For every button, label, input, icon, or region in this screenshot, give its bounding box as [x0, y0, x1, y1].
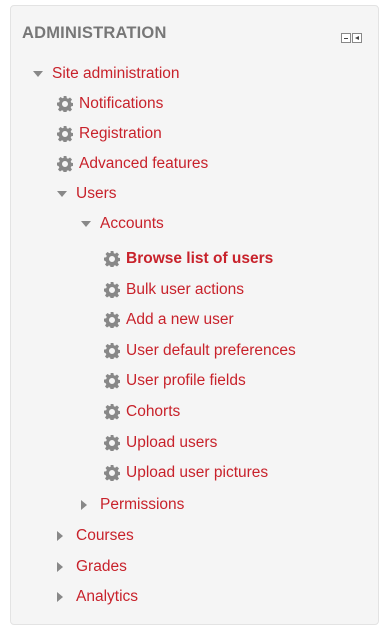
tree-item-label: Analytics: [76, 588, 139, 605]
expanded-arrow-icon: [81, 221, 91, 227]
tree-item-label: Cohorts: [126, 403, 181, 420]
tree-item-browse-list-of-users[interactable]: Browse list of users: [104, 247, 273, 271]
expanded-arrow-icon: [57, 191, 67, 197]
gear-icon: [57, 96, 73, 112]
tree-item-label: Notifications: [79, 95, 164, 112]
tree-item-label: Add a new user: [126, 311, 234, 328]
tree-item-grades[interactable]: Grades: [55, 555, 127, 579]
tree-item-site-administration[interactable]: Site administration: [33, 62, 180, 86]
gear-icon: [104, 251, 120, 267]
gear-icon: [104, 465, 120, 481]
tree-item-label: Permissions: [100, 496, 185, 513]
tree-item-upload-user-pictures[interactable]: Upload user pictures: [104, 461, 268, 485]
tree-item-user-default-preferences[interactable]: User default preferences: [104, 339, 296, 363]
gear-icon: [104, 373, 120, 389]
tree-item-label: Upload users: [126, 434, 218, 451]
collapsed-arrow-icon: [57, 592, 63, 602]
tree-item-registration[interactable]: Registration: [57, 122, 162, 146]
gear-icon: [104, 435, 120, 451]
tree-item-permissions[interactable]: Permissions: [79, 493, 184, 517]
tree-item-label: Courses: [76, 527, 134, 544]
gear-icon: [57, 156, 73, 172]
tree-item-label: User default preferences: [126, 342, 296, 359]
block-title: ADMINISTRATION: [22, 24, 167, 42]
tree-item-label: Registration: [79, 125, 162, 142]
tree-item-label: Bulk user actions: [126, 281, 245, 298]
tree-item-label: User profile fields: [126, 372, 246, 389]
expanded-arrow-icon: [33, 71, 43, 77]
tree-item-label: Upload user pictures: [126, 464, 269, 481]
tree-item-label: Users: [76, 185, 117, 202]
collapsed-arrow-icon: [81, 500, 87, 510]
tree-item-label: Accounts: [100, 215, 164, 232]
gear-icon: [104, 282, 120, 298]
tree-item-label: Site administration: [52, 65, 180, 82]
gear-icon: [104, 404, 120, 420]
tree-item-label: Grades: [76, 558, 127, 575]
tree-item-user-profile-fields[interactable]: User profile fields: [104, 369, 246, 393]
tree-item-add-a-new-user[interactable]: Add a new user: [104, 308, 234, 332]
tree-item-users[interactable]: Users: [57, 182, 116, 206]
minimize-icon[interactable]: [341, 33, 351, 43]
tree-item-bulk-user-actions[interactable]: Bulk user actions: [104, 278, 244, 302]
block-controls: [341, 33, 362, 43]
tree-item-notifications[interactable]: Notifications: [57, 92, 163, 116]
tree-item-label: Browse list of users: [126, 250, 274, 267]
tree-item-courses[interactable]: Courses: [55, 524, 134, 548]
tree-item-analytics[interactable]: Analytics: [55, 585, 138, 609]
tree-item-accounts[interactable]: Accounts: [81, 212, 164, 236]
gear-icon: [57, 126, 73, 142]
tree-item-upload-users[interactable]: Upload users: [104, 431, 217, 455]
tree-item-cohorts[interactable]: Cohorts: [104, 400, 180, 424]
collapsed-arrow-icon: [57, 562, 63, 572]
dock-icon[interactable]: [352, 33, 362, 43]
collapsed-arrow-icon: [57, 531, 63, 541]
tree-item-label: Advanced features: [79, 155, 209, 172]
gear-icon: [104, 312, 120, 328]
tree-item-advanced-features[interactable]: Advanced features: [57, 152, 208, 176]
gear-icon: [104, 343, 120, 359]
